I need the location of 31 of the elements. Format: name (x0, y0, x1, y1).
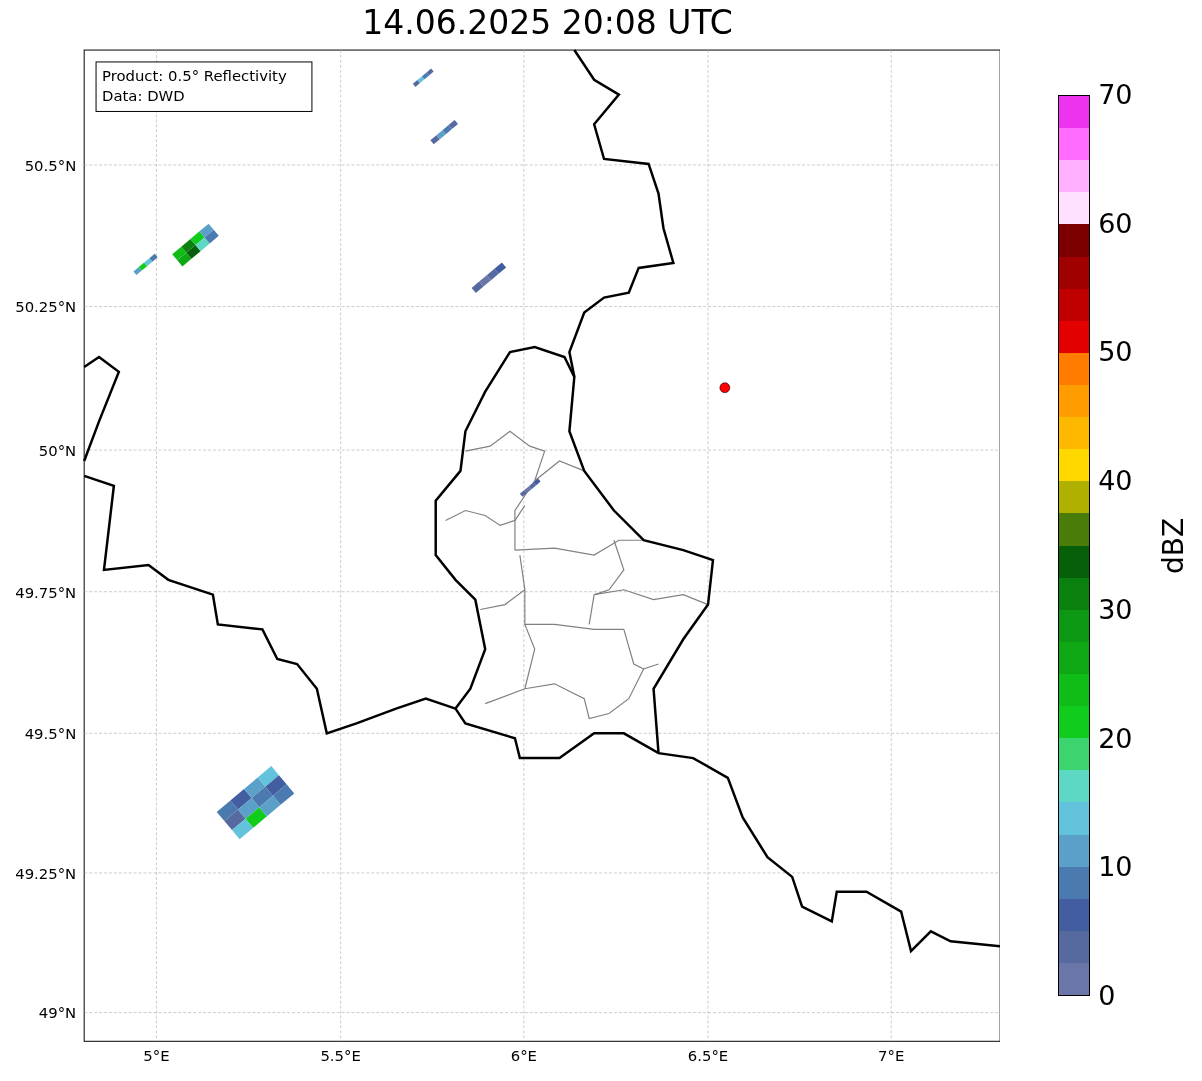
latitude-label: 50.5°N (24, 156, 77, 175)
longitude-label: 6.5°E (687, 1047, 729, 1066)
radar-echo-drawing (430, 119, 459, 145)
colorbar-tick-label: 0 (1098, 982, 1116, 1009)
longitude-label: 7°E (878, 1047, 905, 1066)
latitude-label: 49.5°N (24, 725, 77, 744)
location-marker-icon (719, 382, 731, 393)
info-text: Data: DWD (102, 86, 185, 105)
longitude-label: 6°E (510, 1047, 537, 1066)
latitude-label: 49.25°N (15, 864, 77, 883)
radar-echo-drawing (172, 223, 219, 267)
radar-echo-drawing (519, 478, 541, 497)
latitude-label: 50.25°N (15, 298, 77, 317)
colorbar-tick-label: 60 (1098, 209, 1133, 237)
info-text: Product: 0.5° Reflectivity (102, 66, 287, 85)
latitude-label: 49°N (38, 1004, 77, 1023)
radar-echo-drawing (133, 253, 158, 276)
latitude-label: 49.75°N (15, 583, 77, 602)
colorbar-tick-label: 20 (1098, 724, 1133, 752)
colorbar-tick-label: 10 (1098, 853, 1133, 881)
colorbar-tick-label: 30 (1098, 595, 1133, 623)
colorbar-tick-label: 40 (1098, 467, 1133, 495)
colorbar-tick-label: 50 (1098, 338, 1133, 366)
radar-echo-drawing (471, 262, 507, 293)
chart-title: 14.06.2025 20:08 UTC (362, 6, 733, 39)
latitude-label: 50°N (38, 442, 77, 461)
longitude-label: 5°E (143, 1047, 170, 1066)
colorbar-label: dBZ (1159, 517, 1188, 574)
colorbar-tick-label: 70 (1098, 81, 1133, 108)
longitude-label: 5.5°E (320, 1047, 361, 1066)
radar-echo-drawing (412, 68, 434, 87)
